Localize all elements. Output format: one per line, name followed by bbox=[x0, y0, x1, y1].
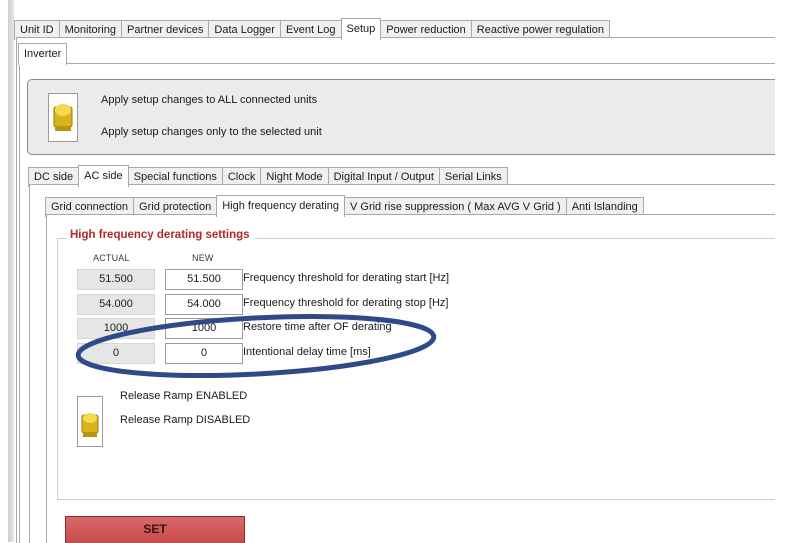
tab-ac-side[interactable]: AC side bbox=[78, 165, 129, 187]
new-value-derating-start-input[interactable]: 51.500 bbox=[165, 269, 243, 290]
new-value-intentional-delay-input[interactable]: 0 bbox=[165, 343, 243, 364]
release-ramp-disabled-option[interactable]: Release Ramp DISABLED bbox=[120, 414, 250, 426]
tab-high-frequency-derating[interactable]: High frequency derating bbox=[216, 195, 345, 217]
actual-value-intentional-delay: 0 bbox=[77, 343, 155, 364]
inverter-tab-strip: Inverter bbox=[18, 43, 68, 65]
column-header-new: NEW bbox=[192, 253, 214, 263]
tab-inverter[interactable]: Inverter bbox=[18, 43, 68, 65]
tab-setup[interactable]: Setup bbox=[340, 18, 382, 40]
apply-scope-box bbox=[27, 79, 775, 155]
column-header-actual: ACTUAL bbox=[93, 253, 130, 263]
release-ramp-enabled-option[interactable]: Release Ramp ENABLED bbox=[120, 390, 247, 402]
settings-group-title: High frequency derating settings bbox=[66, 229, 254, 241]
new-value-restore-time-input[interactable]: 1000 bbox=[165, 318, 243, 339]
apply-scope-toggle-icon[interactable] bbox=[48, 93, 78, 142]
actual-value-derating-stop: 54.000 bbox=[77, 294, 155, 315]
actual-value-restore-time: 1000 bbox=[77, 318, 155, 339]
release-ramp-toggle-icon[interactable] bbox=[77, 396, 103, 447]
actual-value-derating-start: 51.500 bbox=[77, 269, 155, 290]
label-derating-start: Frequency threshold for derating start [… bbox=[243, 272, 450, 284]
label-restore-time: Restore time after OF derating bbox=[243, 321, 392, 333]
label-derating-stop: Frequency threshold for derating stop [H… bbox=[243, 297, 449, 309]
window-top-gap bbox=[14, 0, 788, 12]
apply-selected-unit-option[interactable]: Apply setup changes only to the selected… bbox=[101, 126, 322, 138]
label-intentional-delay: Intentional delay time [ms] bbox=[243, 346, 371, 358]
new-value-derating-stop-input[interactable]: 54.000 bbox=[165, 294, 243, 315]
window-frame-left bbox=[0, 0, 14, 542]
apply-all-units-option[interactable]: Apply setup changes to ALL connected uni… bbox=[101, 94, 317, 106]
set-button[interactable]: SET bbox=[65, 516, 245, 543]
